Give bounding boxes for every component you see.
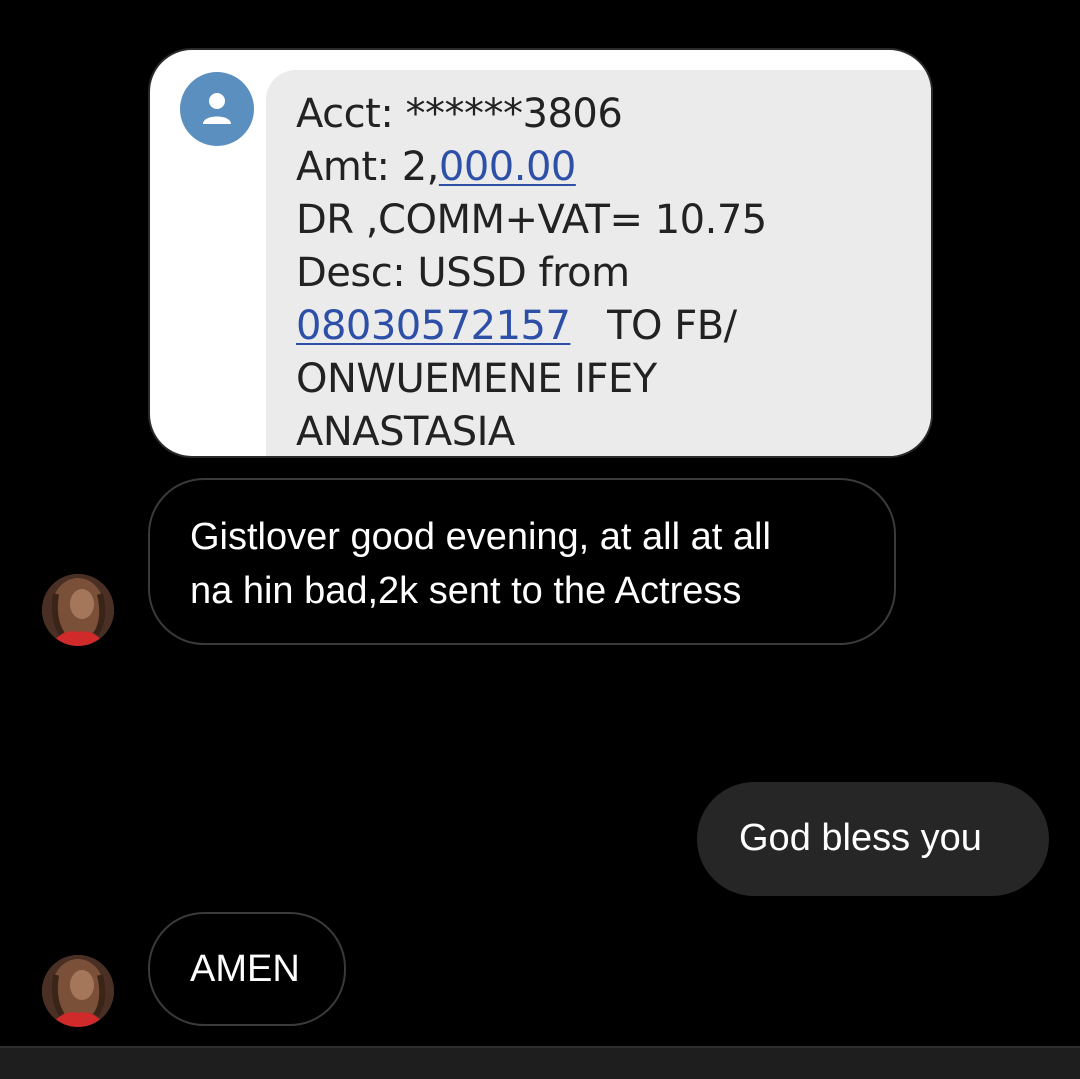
sms-amount-link[interactable]: 000.00	[439, 144, 576, 190]
sms-to-text: TO FB/	[570, 303, 737, 349]
sms-desc-line: Desc: USSD from	[296, 250, 630, 296]
avatar-photo	[42, 574, 114, 646]
sms-amount-prefix: Amt: 2,	[296, 144, 439, 190]
message-line: AMEN	[190, 948, 300, 990]
person-icon	[203, 93, 231, 124]
shared-image-message[interactable]: Acct: ******3806 Amt: 2,000.00 DR ,COMM+…	[148, 48, 933, 458]
sms-phone-link[interactable]: 08030572157	[296, 303, 571, 349]
sent-message[interactable]: God bless you	[697, 782, 1049, 896]
message-line: na hin bad,2k sent to the Actress	[190, 570, 742, 612]
received-message[interactable]: AMEN	[148, 912, 346, 1026]
sms-contact-avatar	[180, 72, 254, 146]
sms-amount-line: Amt: 2,000.00	[296, 141, 767, 194]
chat-screen: Acct: ******3806 Amt: 2,000.00 DR ,COMM+…	[0, 0, 1080, 1079]
user-avatar[interactable]	[42, 574, 114, 646]
avatar-photo	[42, 955, 114, 1027]
composer-bar	[0, 1046, 1080, 1079]
user-avatar[interactable]	[42, 955, 114, 1027]
sms-name-line-2: ANASTASIA	[296, 409, 515, 455]
sms-phone-line: 08030572157 TO FB/	[296, 300, 767, 353]
sms-name-line-1: ONWUEMENE IFEY	[296, 356, 657, 402]
received-message[interactable]: Gistlover good evening, at all at all na…	[148, 478, 896, 645]
sms-text: Acct: ******3806 Amt: 2,000.00 DR ,COMM+…	[296, 88, 767, 456]
sms-charge-line: DR ,COMM+VAT= 10.75	[296, 197, 767, 243]
message-line: Gistlover good evening, at all at all	[190, 516, 771, 558]
sms-acct-line: Acct: ******3806	[296, 91, 623, 137]
